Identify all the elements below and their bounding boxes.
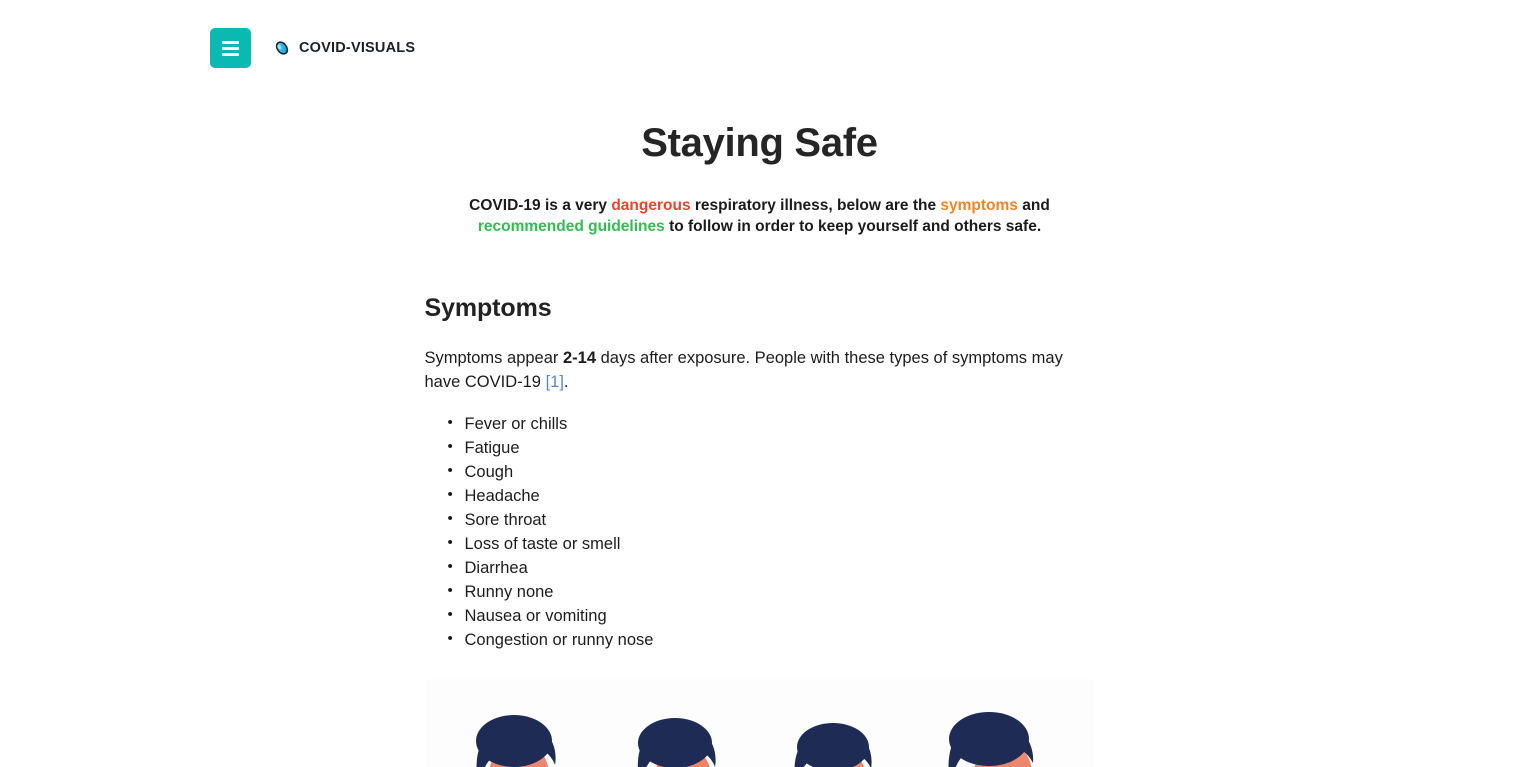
lede-guidelines-highlight: recommended guidelines xyxy=(477,217,665,235)
lede-text-part-4: to follow in order to keep yourself and … xyxy=(664,217,1042,235)
list-item: Runny none xyxy=(448,579,1095,604)
hamburger-icon-bar-3 xyxy=(222,52,239,56)
list-item: Fatigue xyxy=(448,435,1095,460)
brand-name-label: COVID-VISUALS xyxy=(299,40,416,56)
hero-lede: COVID-19 is a very dangerous respiratory… xyxy=(425,196,1095,238)
list-item: Loss of taste or smell xyxy=(448,531,1095,556)
lede-danger-highlight: dangerous xyxy=(611,197,691,214)
list-item: Congestion or runny nose xyxy=(448,627,1095,652)
lede-text-part-1: COVID-19 is a very xyxy=(469,197,612,214)
symptoms-heading: Symptoms xyxy=(424,293,552,322)
list-item: Diarrhea xyxy=(448,555,1095,580)
site-header: COVID-VISUALS xyxy=(0,0,1519,92)
reference-link-1[interactable]: [1] xyxy=(546,373,564,391)
page-title: Staying Safe xyxy=(641,121,878,165)
illustrated-person-3 xyxy=(783,679,895,767)
lede-text-part-2: respiratory illness, below are the xyxy=(690,197,941,214)
intro-part-3: . xyxy=(563,372,569,391)
illustrated-person-2 xyxy=(625,679,737,767)
virus-ellipse-icon xyxy=(273,39,291,57)
symptoms-illustration xyxy=(424,678,1095,767)
list-item: Fever or chills xyxy=(448,411,1095,436)
illustrated-person-1 xyxy=(467,679,579,767)
symptoms-intro-paragraph: Symptoms appear 2-14 days after exposure… xyxy=(425,347,1095,395)
hamburger-icon-bar-1 xyxy=(222,40,239,44)
hamburger-menu-button[interactable] xyxy=(210,28,251,68)
header-inner: COVID-VISUALS xyxy=(0,0,1519,68)
brand-link[interactable]: COVID-VISUALS xyxy=(273,39,415,57)
illustrated-person-4 xyxy=(941,679,1053,767)
list-item: Nausea or vomiting xyxy=(448,603,1095,628)
hamburger-icon-bar-2 xyxy=(222,46,239,50)
symptoms-section: Symptoms Symptoms appear 2-14 days after… xyxy=(425,238,1095,652)
intro-part-1: Symptoms appear xyxy=(424,348,563,367)
list-item: Headache xyxy=(448,483,1095,508)
lede-symptoms-highlight: symptoms xyxy=(940,197,1018,214)
intro-day-range: 2-14 xyxy=(562,348,597,367)
symptoms-list: Fever or chills Fatigue Cough Headache S… xyxy=(425,411,1095,652)
list-item: Sore throat xyxy=(448,507,1095,532)
lede-text-part-3: and xyxy=(1017,197,1050,214)
page-main: Staying Safe COVID-19 is a very dangerou… xyxy=(0,92,1519,767)
illustration-figure-row xyxy=(425,679,1095,767)
hero-section: Staying Safe COVID-19 is a very dangerou… xyxy=(425,92,1095,238)
list-item: Cough xyxy=(448,459,1095,484)
